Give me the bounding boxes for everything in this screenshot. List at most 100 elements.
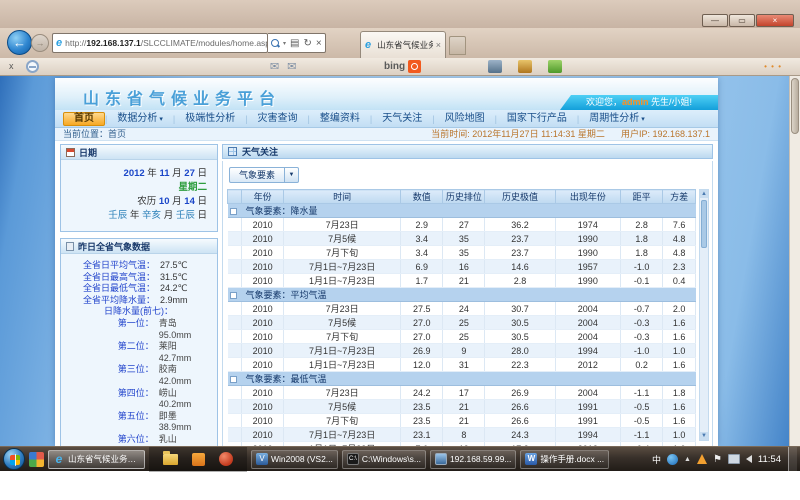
element-filter-button[interactable]: 气象要素 ▼ xyxy=(229,167,299,183)
refresh-icon[interactable]: ↻ xyxy=(303,38,311,49)
nav-item-3[interactable]: 灾害查询 xyxy=(248,112,308,126)
overflow-dots-icon[interactable]: • • • xyxy=(764,62,782,71)
browser-tab[interactable]: e 山东省气候业务平... × xyxy=(360,31,446,58)
group-checkbox[interactable] xyxy=(230,292,237,299)
browser-scrollbar-thumb[interactable] xyxy=(791,78,799,134)
table-cell: 24.2 xyxy=(401,386,443,400)
stop-icon[interactable]: × xyxy=(316,38,322,49)
taskbar-button-3[interactable]: W操作手册.docx ... xyxy=(520,450,609,469)
search-icon[interactable] xyxy=(271,39,279,47)
action-center-flag-icon[interactable]: ⚑ xyxy=(713,454,722,465)
table-body: 气象要素：降水量20107月23日2.92736.219742.87.62010… xyxy=(228,204,696,447)
mail-icon[interactable]: ✉ xyxy=(270,60,279,73)
table-cell: 21 xyxy=(443,414,485,428)
minimize-button[interactable]: — xyxy=(702,14,728,27)
pinned-app-icon[interactable] xyxy=(29,452,44,467)
table-scrollbar-thumb[interactable] xyxy=(701,200,707,248)
scroll-down-icon[interactable]: ▼ xyxy=(700,432,708,440)
nav-item-4[interactable]: 整编资料 xyxy=(310,112,370,126)
group-title: 气象要素：降水量 xyxy=(242,204,696,218)
bing-search-icon[interactable] xyxy=(408,60,421,73)
table-row[interactable]: 20101月1日~7月23日12.03122.320120.21.6 xyxy=(228,358,696,372)
table-row[interactable]: 20107月23日2.92736.219742.87.6 xyxy=(228,218,696,232)
scroll-up-icon[interactable]: ▲ xyxy=(700,190,708,198)
table-row[interactable]: 20107月5候27.02530.52004-0.31.6 xyxy=(228,316,696,330)
send-icon[interactable]: ✉ xyxy=(287,60,296,73)
palette-icon[interactable] xyxy=(518,60,532,73)
table-row[interactable]: 20107月1日~7月23日6.91614.61957-1.02.3 xyxy=(228,260,696,274)
date-line: 农历 10 月 14 日 xyxy=(67,195,207,209)
status-row: 当前位置：首页 当前时间: 2012年11月27日 11:14:31 星期二 用… xyxy=(55,128,718,141)
commandbar-close-icon[interactable]: x xyxy=(9,61,14,71)
nav-item-2[interactable]: 极端性分析 xyxy=(175,112,245,126)
volume-icon[interactable] xyxy=(746,455,752,463)
stat-value: 2.9mm xyxy=(160,295,188,307)
table-row[interactable]: 20107月23日27.52430.72004-0.72.0 xyxy=(228,302,696,316)
group-title: 气象要素：平均气温 xyxy=(242,288,696,302)
nav-item-7[interactable]: 国家下行产品 xyxy=(497,112,577,126)
table-cell: 7月5候 xyxy=(284,400,401,414)
clock[interactable]: 11:54 xyxy=(758,454,781,465)
tray-alert-icon[interactable] xyxy=(697,454,707,464)
table-row[interactable]: 20107月5候23.52126.61991-0.51.6 xyxy=(228,400,696,414)
show-desktop-button[interactable] xyxy=(788,447,797,472)
taskbar-ie-label: 山东省气候业务平... xyxy=(68,453,140,465)
table-cell: 35 xyxy=(443,246,485,260)
taskbar-button-2[interactable]: 192.168.59.99... xyxy=(430,450,516,469)
new-tab-button[interactable] xyxy=(449,36,466,55)
table-cell: 1.6 xyxy=(663,400,696,414)
table-group-row[interactable]: 气象要素：降水量 xyxy=(228,204,696,218)
tab-title: 山东省气候业务平... xyxy=(377,39,433,51)
start-button[interactable] xyxy=(3,448,25,470)
address-dropdown-icon[interactable]: ▾ xyxy=(283,40,286,47)
date-line: 星期二 xyxy=(67,181,207,195)
nav-item-5[interactable]: 天气关注 xyxy=(372,112,432,126)
table-row[interactable]: 20107月下旬3.43523.719901.84.8 xyxy=(228,246,696,260)
site-title: 山东省气候业务平台 xyxy=(83,85,281,109)
explorer-folder-icon[interactable] xyxy=(163,454,178,465)
taskbar-ie-button[interactable]: e 山东省气候业务平... xyxy=(48,450,145,469)
table-scrollbar[interactable]: ▲ ▼ xyxy=(699,189,709,441)
network-icon[interactable] xyxy=(728,454,740,464)
table-row[interactable]: 20107月下旬23.52126.61991-0.51.6 xyxy=(228,414,696,428)
table-row[interactable]: 20107月23日24.21726.92004-1.11.8 xyxy=(228,386,696,400)
chevron-down-icon: ▼ xyxy=(285,167,299,183)
table-row[interactable]: 20107月1日~7月23日26.9928.01994-1.01.0 xyxy=(228,344,696,358)
group-checkbox[interactable] xyxy=(230,376,237,383)
tab-close-icon[interactable]: × xyxy=(436,40,441,50)
addon-puzzle-icon[interactable] xyxy=(548,60,562,73)
media-player-icon[interactable] xyxy=(219,452,233,466)
calendar-icon xyxy=(66,148,75,157)
browser-scrollbar[interactable] xyxy=(789,76,800,446)
table-cell: 6.9 xyxy=(401,260,443,274)
table-group-row[interactable]: 气象要素：最低气温 xyxy=(228,372,696,386)
tray-expand-icon[interactable]: ▲ xyxy=(684,456,691,463)
table-cell: 1.8 xyxy=(663,386,696,400)
main-panel: 天气关注 气象要素 ▼ 年份时间数值历史排位历史极值出现年份距平方 xyxy=(222,144,713,446)
forward-button[interactable]: → xyxy=(31,34,49,52)
close-button[interactable]: × xyxy=(756,14,794,27)
table-row[interactable]: 20107月下旬27.02530.52004-0.31.6 xyxy=(228,330,696,344)
orange-app-icon[interactable] xyxy=(192,453,205,466)
ime-indicator[interactable]: 中 xyxy=(652,453,661,466)
group-checkbox[interactable] xyxy=(230,208,237,215)
nav-item-1[interactable]: 数据分析▾ xyxy=(107,112,173,126)
camera-icon[interactable] xyxy=(488,60,502,73)
table-row[interactable]: 20101月1日~7月23日1.7212.81990-0.10.4 xyxy=(228,274,696,288)
table-row[interactable]: 20107月1日~7月23日23.1824.31994-1.11.0 xyxy=(228,428,696,442)
table-cell: 0.2 xyxy=(621,358,663,372)
table-row[interactable]: 20107月5候3.43523.719901.84.8 xyxy=(228,232,696,246)
nav-item-6[interactable]: 风险地图 xyxy=(435,112,495,126)
nav-item-0[interactable]: 首页 xyxy=(63,112,105,126)
rank-item: 第六位：乳山 29.3mm xyxy=(63,434,211,446)
back-button[interactable]: ← xyxy=(7,30,32,55)
table-group-row[interactable]: 气象要素：平均气温 xyxy=(228,288,696,302)
stat-line: 全省日平均气温：27.5℃ xyxy=(63,260,211,272)
address-bar[interactable]: e http://192.168.137.1/SLCCLIMATE/module… xyxy=(52,33,268,53)
maximize-button[interactable]: ▭ xyxy=(729,14,755,27)
tray-app-icon[interactable] xyxy=(667,454,678,465)
compatibility-view-icon[interactable]: ▤ xyxy=(290,38,299,49)
taskbar-button-0[interactable]: VWin2008 (VS2... xyxy=(251,450,338,469)
nav-item-8[interactable]: 周期性分析▾ xyxy=(579,112,655,126)
taskbar-button-1[interactable]: C:\C:\Windows\s... xyxy=(342,450,426,469)
